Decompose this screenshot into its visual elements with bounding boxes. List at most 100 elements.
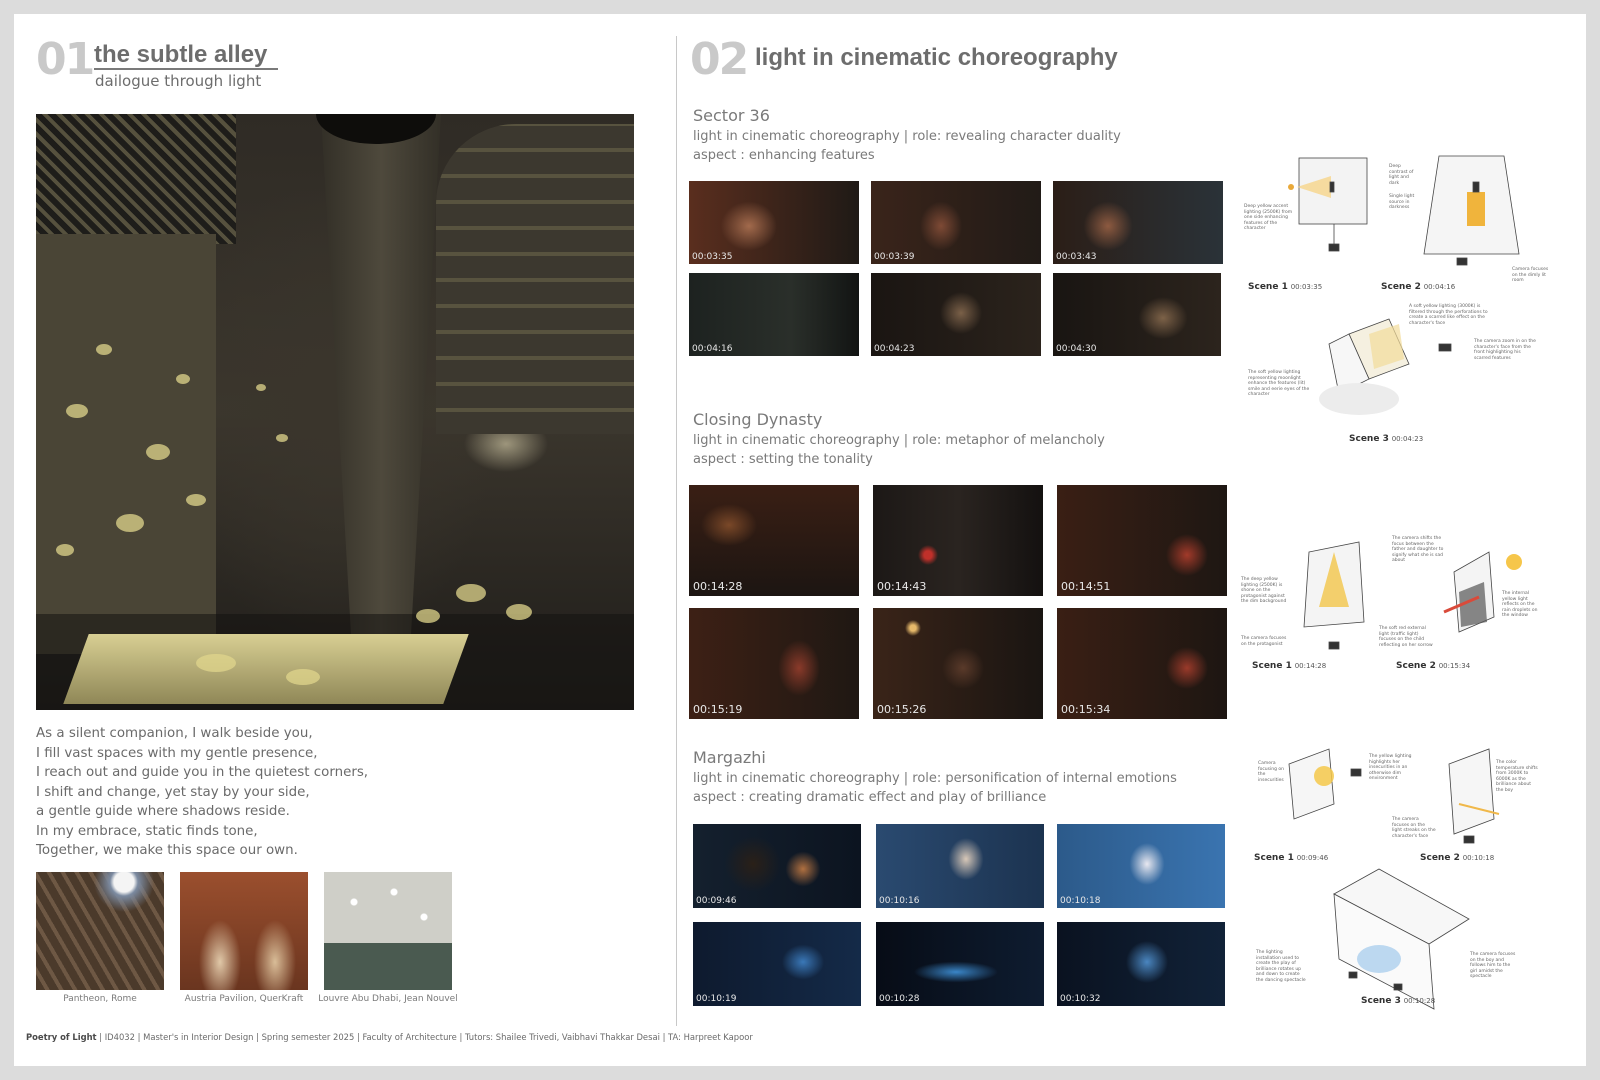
diagram-note: The camera focuses on the light streaks … [1392,817,1436,839]
film-role: light in cinematic choreography | role: … [693,771,1177,786]
section-subtitle-left: dailogue through light [95,72,262,90]
light-spot [456,584,486,602]
light-spot [176,374,190,384]
light-spot [146,444,170,460]
section-title-right: light in cinematic choreography [755,44,1118,71]
hero-render-image [36,114,634,710]
diagram-note: Camera focuses on the dimly lit room [1512,267,1549,283]
section-divider [676,36,677,1026]
diagram-note: Deep yellow accent lighting (2500K) from… [1244,204,1293,231]
light-spot [66,404,88,418]
reference-image-austria-pavilion [180,872,308,990]
light-spot [116,514,144,532]
film-frame: 00:15:19 [689,608,859,719]
diagram-note: Camera focusing on the insecurities [1258,761,1285,783]
frame-timestamp: 00:10:28 [879,994,920,1004]
poem-line: Together, we make this space our own. [36,843,298,858]
scene-label: Scene 2 00:15:34 [1396,661,1471,671]
film-frame: 00:03:35 [689,181,859,264]
poster-sheet: 01 the subtle alley dailogue through lig… [14,14,1586,1066]
light-spot [96,344,112,355]
film-aspect: aspect : setting the tonality [693,452,873,467]
diagram-note: The lighting installation used to create… [1256,950,1306,983]
film-frame: 00:14:28 [689,485,859,596]
frame-timestamp: 00:14:28 [693,580,743,593]
frame-timestamp: 00:03:35 [692,252,733,262]
dappled-wall [36,234,216,654]
film-frame: 00:14:51 [1057,485,1227,596]
frame-timestamp: 00:15:19 [693,703,743,716]
diagram-note: The camera zoom in on the character's fa… [1474,339,1536,361]
diagram-scene3 [1319,318,1452,415]
film-frame: 00:15:34 [1057,608,1227,719]
frame-timestamp: 00:09:46 [696,896,737,906]
film-frame: 00:04:23 [871,273,1041,356]
diagram-note: The deep yellow lighting (2500K) is shon… [1241,577,1287,604]
diagram-note: The camera focuses on the boy and follow… [1470,952,1516,979]
section-number-left: 01 [36,34,95,85]
frame-timestamp: 00:15:26 [877,703,927,716]
diagram-scene1 [1288,748,1362,820]
diagram-note: The camera focuses on the protagonist [1241,636,1287,647]
reference-image-pantheon [36,872,164,990]
film-frame: 00:15:26 [873,608,1043,719]
scene-label: Scene 3 00:10:28 [1361,996,1436,1006]
frame-timestamp: 00:14:43 [877,580,927,593]
diagram-scene1 [1288,157,1368,252]
diagram-scene2 [1448,748,1500,844]
light-spot [186,494,206,506]
poem-text: As a silent companion, I walk beside you… [36,724,636,861]
reference-caption: Austria Pavilion, QuerKraft [184,994,304,1004]
reference-caption: Pantheon, Rome [63,994,137,1004]
scene-label: Scene 2 00:04:16 [1381,282,1456,292]
central-column [321,114,441,634]
film-frame: 00:10:18 [1057,824,1225,908]
light-spot [416,609,440,623]
frame-timestamp: 00:10:19 [696,994,737,1004]
film-frame: 00:10:19 [693,922,861,1006]
frame-timestamp: 00:10:32 [1060,994,1101,1004]
footer-credits: Poetry of Light | ID4032 | Master's in I… [26,1032,753,1042]
film-role: light in cinematic choreography | role: … [693,433,1105,448]
frame-timestamp: 00:03:39 [874,252,915,262]
diagram-scene3 [1333,868,1470,1010]
diagram-note: The yellow lighting highlights her insec… [1369,754,1412,781]
coffered-dome [436,124,634,434]
film-aspect: aspect : creating dramatic effect and pl… [693,790,1047,805]
frame-timestamp: 00:15:34 [1061,703,1111,716]
poem-line: I shift and change, yet stay by your sid… [36,784,310,800]
diagram-scene2 [1423,155,1520,266]
diagram-note: The color temperature shifts from 3000K … [1496,760,1538,793]
poem-line: a gentle guide where shadows reside. [36,804,290,819]
diagram-note: A soft yellow lighting (3000K) is filter… [1409,304,1488,326]
diagram-note: The internal yellow light reflects on th… [1502,591,1538,618]
light-spot [256,384,266,391]
frame-timestamp: 00:10:18 [1060,896,1101,906]
lit-platform [63,634,469,704]
film-role: light in cinematic choreography | role: … [693,129,1121,144]
film-frame: 00:03:39 [871,181,1041,264]
film-frame: 00:14:43 [873,485,1043,596]
frame-timestamp: 00:14:51 [1061,580,1111,593]
light-spot [276,434,288,442]
film-title: Sector 36 [693,106,770,125]
section-title-left: the subtle alley [94,41,268,68]
film-title: Margazhi [693,748,766,767]
frame-timestamp: 00:10:16 [879,896,920,906]
scene-label: Scene 2 00:10:18 [1420,853,1495,863]
footer-project-name: Poetry of Light [26,1032,97,1042]
light-spot [506,604,532,620]
film-frame: 00:04:16 [689,273,859,356]
poem-line: As a silent companion, I walk beside you… [36,726,313,741]
film-frame: 00:10:32 [1057,922,1225,1006]
title-underline [94,68,278,70]
diagram-note: Single light source in darkness [1389,194,1415,210]
frame-timestamp: 00:04:23 [874,344,915,354]
poem-line: I fill vast spaces with my gentle presen… [36,745,318,761]
film-frame: 00:10:16 [876,824,1044,908]
section-number-right: 02 [690,34,749,85]
frame-timestamp: 00:03:43 [1056,252,1097,262]
scene-label: Scene 1 00:14:28 [1252,661,1327,671]
diagram-note: The soft red external light (traffic lig… [1379,626,1433,648]
poem-line: In my embrace, static finds tone, [36,823,258,839]
